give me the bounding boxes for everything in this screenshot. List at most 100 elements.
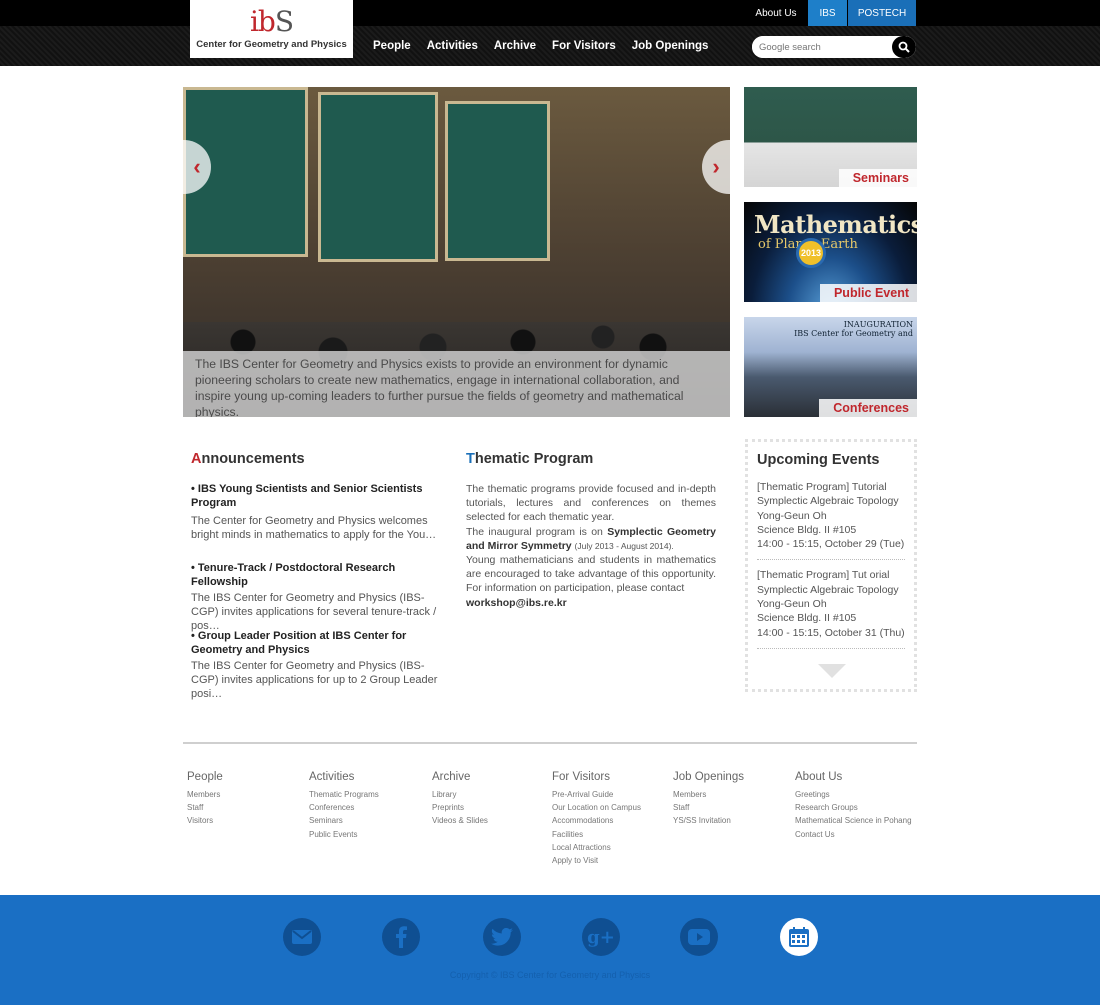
nav-people[interactable]: People	[365, 40, 419, 52]
sitemap-link[interactable]: Mathematical Science in Pohang	[795, 814, 912, 827]
event-item[interactable]: [Thematic Program] Tutorial Symplectic A…	[757, 480, 905, 561]
thumb-conferences[interactable]: INAUGURATION IBS Center for Geometry and…	[744, 317, 917, 417]
chalkboard-image	[318, 92, 438, 262]
util-link-postech[interactable]: POSTECH	[848, 0, 916, 26]
mail-icon[interactable]	[283, 918, 321, 956]
search-input[interactable]	[752, 36, 890, 58]
sitemap-heading[interactable]: Archive	[432, 771, 488, 783]
sitemap-link[interactable]: Contact Us	[795, 828, 912, 841]
thematic-paragraph: Young mathematicians and students in mat…	[466, 554, 716, 595]
sitemap-link[interactable]: YS/SS Invitation	[673, 814, 744, 827]
announcement-headline[interactable]: • IBS Young Scientists and Senior Scient…	[191, 482, 441, 510]
util-link-about-us[interactable]: About Us	[745, 0, 807, 26]
hero-slideshow: The IBS Center for Geometry and Physics …	[183, 87, 730, 417]
sitemap-link[interactable]: Apply to Visit	[552, 854, 641, 867]
sitemap-link[interactable]: Local Attractions	[552, 841, 641, 854]
calendar-glyph	[789, 927, 809, 947]
sitemap-link[interactable]: Staff	[187, 801, 223, 814]
sitemap-column-activities: Activities Thematic Programs Conferences…	[309, 771, 379, 841]
event-item[interactable]: [Thematic Program] Tut orial Symplectic …	[757, 568, 905, 649]
announcement-headline[interactable]: • Group Leader Position at IBS Center fo…	[191, 629, 441, 657]
logo-mark: ibS	[250, 7, 294, 35]
nav-job-openings[interactable]: Job Openings	[624, 40, 717, 52]
thematic-paragraph: The inaugural program is on	[466, 525, 608, 538]
sitemap-link[interactable]: Thematic Programs	[309, 788, 379, 801]
sitemap-column-job-openings: Job Openings Members Staff YS/SS Invitat…	[673, 771, 744, 828]
sitemap-link[interactable]: Preprints	[432, 801, 488, 814]
footer	[0, 895, 1100, 1005]
google-plus-glyph: g+	[587, 926, 615, 948]
sitemap-column-about-us: About Us Greetings Research Groups Mathe…	[795, 771, 912, 841]
chalkboard-image	[445, 101, 550, 261]
sitemap-link[interactable]: Our Location on Campus	[552, 801, 641, 814]
twitter-glyph	[491, 928, 513, 946]
sitemap-link[interactable]: Seminars	[309, 814, 379, 827]
sitemap-heading[interactable]: People	[187, 771, 223, 783]
chevron-down-icon[interactable]	[818, 664, 846, 678]
sitemap-link[interactable]: Staff	[673, 801, 744, 814]
sitemap-link[interactable]: Pre-Arrival Guide	[552, 788, 641, 801]
sitemap-column-people: People Members Staff Visitors	[187, 771, 223, 828]
thumb-public-event[interactable]: Mathematics of Planet Earth 2013 Public …	[744, 202, 917, 302]
google-plus-icon[interactable]: g+	[582, 918, 620, 956]
search-button[interactable]	[892, 36, 916, 58]
twitter-icon[interactable]	[483, 918, 521, 956]
sitemap-link[interactable]: Greetings	[795, 788, 912, 801]
util-link-ibs[interactable]: IBS	[808, 0, 847, 26]
thumb-math-title: Mathematics	[754, 210, 917, 239]
nav-archive[interactable]: Archive	[486, 40, 544, 52]
event-speaker: Yong-Geun Oh	[757, 598, 827, 611]
search-box	[752, 36, 916, 58]
facebook-icon[interactable]	[382, 918, 420, 956]
sitemap-link[interactable]: Accommodations	[552, 814, 641, 827]
sitemap-link[interactable]: Visitors	[187, 814, 223, 827]
event-time: 14:00 - 15:15, October 31 (Thu)	[757, 626, 905, 639]
event-title: Symplectic Algebraic Topology	[757, 495, 899, 508]
logo-mark-s: S	[274, 4, 294, 38]
event-title: Symplectic Algebraic Topology	[757, 583, 899, 596]
sitemap-link[interactable]: Facilities	[552, 828, 641, 841]
sitemap-link[interactable]: Conferences	[309, 801, 379, 814]
sitemap-link[interactable]: Videos & Slides	[432, 814, 488, 827]
logo-mark-ib: ib	[249, 4, 276, 38]
event-type: [Thematic Program] Tut orial	[757, 569, 890, 582]
thematic-text: The thematic programs provide focused an…	[466, 482, 716, 610]
thumb-seminars[interactable]: Seminars	[744, 87, 917, 187]
announcement-headline[interactable]: • Tenure-Track / Postdoctoral Research F…	[191, 561, 441, 589]
sitemap-heading[interactable]: For Visitors	[552, 771, 641, 783]
hero-caption: The IBS Center for Geometry and Physics …	[183, 351, 730, 417]
event-speaker: Yong-Geun Oh	[757, 509, 827, 522]
thematic-dates: (July 2013 - August 2014).	[574, 540, 674, 551]
announcement-item[interactable]: • Group Leader Position at IBS Center fo…	[191, 629, 441, 701]
contact-email-link[interactable]: workshop@ibs.re.kr	[466, 597, 567, 609]
nav-for-visitors[interactable]: For Visitors	[544, 40, 624, 52]
announcement-item[interactable]: • IBS Young Scientists and Senior Scient…	[191, 482, 441, 542]
chevron-right-icon: ›	[712, 154, 720, 179]
year-badge: 2013	[796, 238, 826, 268]
announcement-summary: The Center for Geometry and Physics welc…	[191, 515, 437, 541]
sitemap-link[interactable]: Research Groups	[795, 801, 912, 814]
thumb-label: Seminars	[838, 169, 917, 187]
sitemap-link[interactable]: Members	[673, 788, 744, 801]
mail-glyph	[292, 930, 312, 944]
sitemap-heading[interactable]: Activities	[309, 771, 379, 783]
nav-activities[interactable]: Activities	[419, 40, 486, 52]
youtube-icon[interactable]	[680, 918, 718, 956]
copyright-text: Copyright © IBS Center for Geometry and …	[449, 970, 651, 980]
event-location: Science Bldg. II #105	[757, 523, 857, 536]
sitemap-link[interactable]: Members	[187, 788, 223, 801]
title-rest: hematic Program	[474, 451, 594, 467]
announcement-item[interactable]: • Tenure-Track / Postdoctoral Research F…	[191, 561, 441, 633]
sitemap-heading[interactable]: Job Openings	[673, 771, 744, 783]
calendar-icon[interactable]	[780, 918, 818, 956]
chevron-left-icon: ‹	[193, 154, 201, 179]
title-initial: T	[466, 451, 475, 467]
sitemap-column-for-visitors: For Visitors Pre-Arrival Guide Our Locat…	[552, 771, 641, 867]
site-logo[interactable]: ibS Center for Geometry and Physics	[190, 0, 353, 58]
sitemap-column-archive: Archive Library Preprints Videos & Slide…	[432, 771, 488, 828]
sitemap-heading[interactable]: About Us	[795, 771, 912, 783]
event-type: [Thematic Program] Tutorial	[757, 481, 887, 493]
main-nav: People Activities Archive For Visitors J…	[365, 26, 716, 66]
sitemap-link[interactable]: Public Events	[309, 828, 379, 841]
sitemap-link[interactable]: Library	[432, 788, 488, 801]
